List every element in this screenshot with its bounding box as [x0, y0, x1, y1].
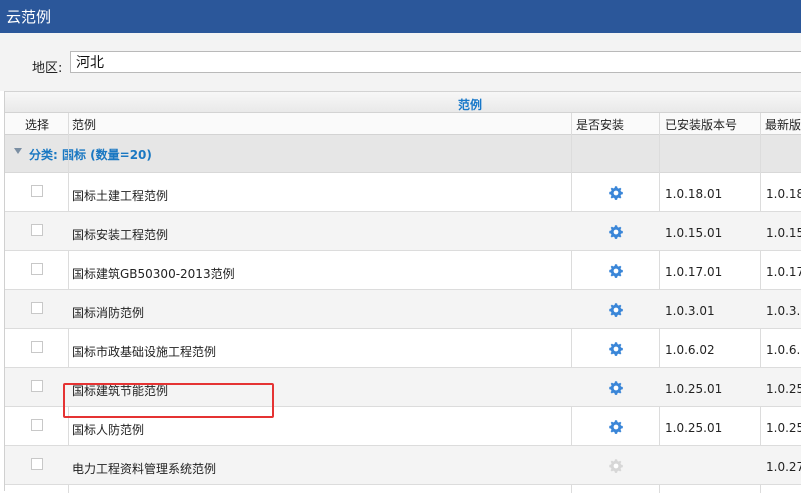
latest-version: 1.0.27	[766, 460, 801, 474]
row-checkbox[interactable]	[31, 302, 43, 314]
gear-icon[interactable]	[608, 341, 624, 357]
group-row[interactable]: 分类: 国标 (数量=20)	[5, 135, 801, 173]
example-name: 国标市政基础设施工程范例	[72, 345, 217, 359]
row-checkbox[interactable]	[31, 419, 43, 431]
installed-version: 1.0.6.02	[665, 343, 715, 357]
examples-grid: 范例 选择 范例 是否安装 已安装版本号 最新版 分类: 国标 (数量=20) …	[4, 91, 801, 493]
row-checkbox[interactable]	[31, 380, 43, 392]
row-checkbox[interactable]	[31, 341, 43, 353]
column-header-select[interactable]: 选择	[25, 116, 49, 133]
latest-version: 1.0.3.	[766, 304, 801, 318]
table-row[interactable]: 国标市政基础设施工程范例 1.0.6.02 1.0.6.	[5, 329, 801, 368]
grid-band-title: 范例	[458, 98, 483, 112]
row-checkbox[interactable]	[31, 263, 43, 275]
table-row[interactable]: 国标建筑GB50300-2013范例 1.0.17.01 1.0.17	[5, 251, 801, 290]
column-header-latest-version[interactable]: 最新版	[765, 116, 801, 133]
latest-version: 1.0.25	[766, 382, 801, 396]
latest-version: 1.0.17	[766, 265, 801, 279]
column-header-installed[interactable]: 是否安装	[576, 116, 624, 133]
window-title: 云范例	[6, 8, 52, 26]
gear-icon[interactable]	[608, 185, 624, 201]
column-header-row: 选择 范例 是否安装 已安装版本号 最新版	[5, 113, 801, 135]
row-checkbox[interactable]	[31, 185, 43, 197]
table-row[interactable]: 国标安装工程范例 1.0.15.01 1.0.15	[5, 212, 801, 251]
installed-version: 1.0.18.01	[665, 187, 723, 201]
example-name: 国标土建工程范例	[72, 189, 169, 203]
region-label: 地区:	[32, 61, 63, 76]
gear-icon[interactable]	[608, 458, 624, 474]
installed-version: 1.0.25.01	[665, 382, 723, 396]
latest-version: 1.0.25	[766, 421, 801, 435]
column-header-installed-version[interactable]: 已安装版本号	[665, 116, 737, 133]
example-name: 国标消防范例	[72, 306, 145, 320]
highlight-box	[63, 383, 274, 418]
gear-icon[interactable]	[608, 380, 624, 396]
installed-version: 1.0.25.01	[665, 421, 723, 435]
region-input[interactable]	[70, 51, 801, 73]
gear-icon[interactable]	[608, 302, 624, 318]
table-row[interactable]: 国标土建工程范例 1.0.18.01 1.0.18	[5, 173, 801, 212]
example-name: 电力工程资料管理系统范例	[72, 462, 217, 476]
latest-version: 1.0.15	[766, 226, 801, 240]
installed-version: 1.0.17.01	[665, 265, 723, 279]
grid-band-header: 范例	[5, 91, 801, 113]
example-name: 国标安装工程范例	[72, 228, 169, 242]
table-row[interactable]: 电力工程资料管理系统范例 1.0.27	[5, 446, 801, 485]
filter-bar: 地区:	[0, 33, 801, 91]
column-header-example[interactable]: 范例	[72, 116, 96, 133]
installed-version: 1.0.15.01	[665, 226, 723, 240]
gear-icon[interactable]	[608, 263, 624, 279]
row-checkbox[interactable]	[31, 458, 43, 470]
installed-version: 1.0.3.01	[665, 304, 715, 318]
latest-version: 1.0.18	[766, 187, 801, 201]
latest-version: 1.0.6.	[766, 343, 801, 357]
row-checkbox[interactable]	[31, 224, 43, 236]
table-row[interactable]: 国标消防范例 1.0.3.01 1.0.3.	[5, 290, 801, 329]
group-label: 分类: 国标 (数量=20)	[29, 148, 152, 162]
gear-icon[interactable]	[608, 419, 624, 435]
example-name: 国标人防范例	[72, 423, 145, 437]
window-title-bar: 云范例	[0, 0, 801, 33]
gear-icon[interactable]	[608, 224, 624, 240]
collapse-caret-icon[interactable]	[14, 148, 22, 154]
example-name: 国标建筑GB50300-2013范例	[72, 267, 235, 281]
